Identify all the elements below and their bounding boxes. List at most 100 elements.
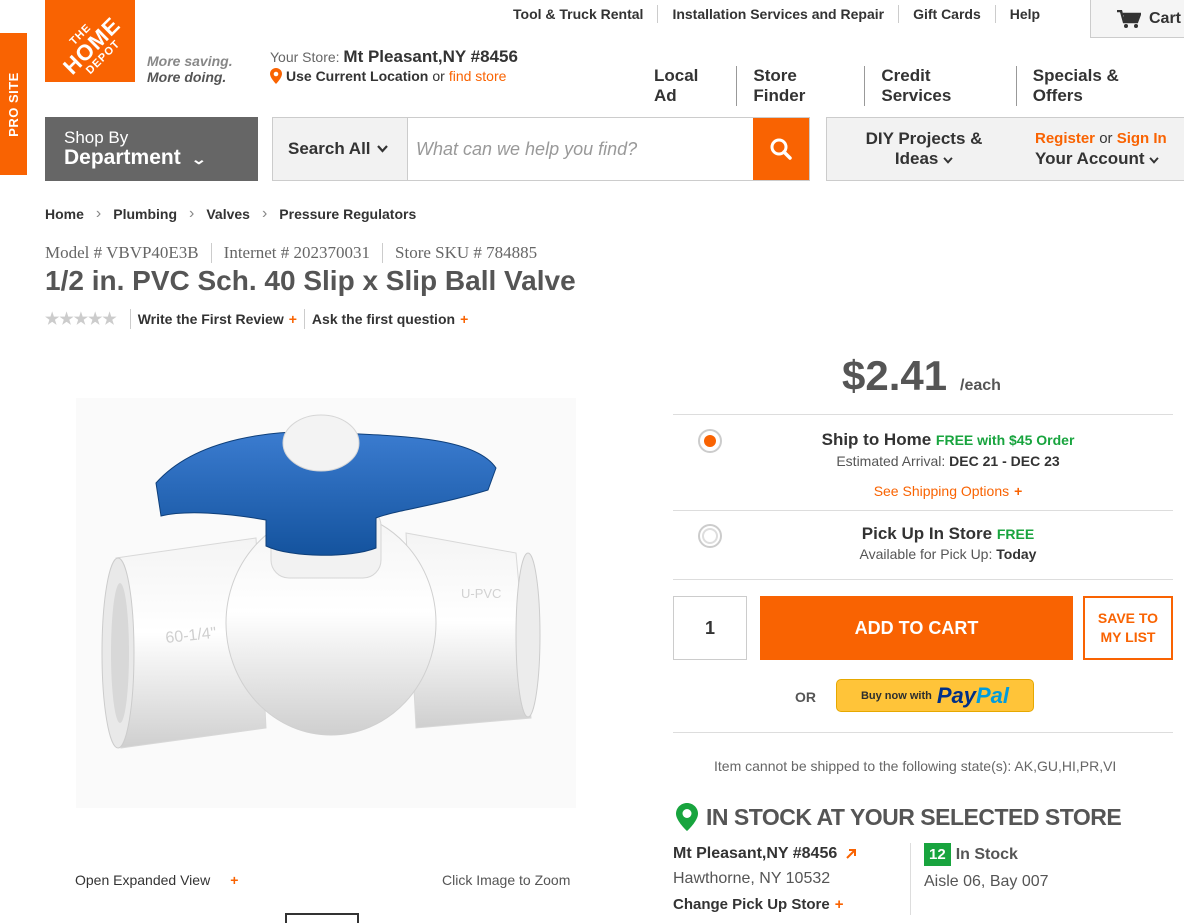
- pro-site-tab[interactable]: PRO SITE: [0, 33, 27, 175]
- find-store-link[interactable]: find store: [449, 68, 507, 84]
- ask-question-label: Ask the first question: [311, 311, 456, 327]
- or-label: OR: [795, 689, 816, 705]
- save-label-wrap: SAVE TO MY LIST: [1098, 609, 1158, 647]
- use-current-location-link[interactable]: Use Current Location: [286, 68, 428, 84]
- internet-number: Internet # 202370031: [223, 243, 371, 262]
- sign-in-link[interactable]: Sign In: [1117, 130, 1167, 147]
- divider: [210, 243, 212, 263]
- location-line: Use Current Location or find store: [270, 68, 506, 84]
- price-unit: /each: [960, 377, 1001, 394]
- arrival-label: Estimated Arrival:: [836, 453, 946, 469]
- diy-line2: Ideas: [894, 149, 939, 168]
- estimated-arrival: Estimated Arrival: DEC 21 - DEC 23: [723, 453, 1173, 469]
- paypal-logo: PayPal: [937, 683, 1009, 709]
- breadcrumb-pressure-regulators[interactable]: Pressure Regulators: [279, 206, 416, 222]
- nav-specials-offers[interactable]: Specials & Offers: [1015, 66, 1184, 106]
- divider: [910, 843, 911, 915]
- diy-line1: DIY Projects &: [865, 129, 983, 148]
- add-to-cart-button[interactable]: ADD TO CART: [760, 596, 1073, 660]
- your-store-name[interactable]: Mt Pleasant,NY #8456: [343, 47, 518, 66]
- location-pin-icon: [270, 68, 282, 84]
- stock-store-name[interactable]: Mt Pleasant,NY #8456: [673, 845, 857, 863]
- shop-by-department-button[interactable]: Shop By Department ⌄: [45, 117, 258, 181]
- pickup-availability: Available for Pick Up: Today: [723, 546, 1173, 562]
- util-help[interactable]: Help: [994, 5, 1054, 23]
- embossed-text: U-PVC: [461, 586, 501, 601]
- paypal-pal: Pal: [976, 682, 1010, 708]
- save-to-list-button[interactable]: SAVE TO MY LIST: [1083, 596, 1173, 660]
- save-line2: MY LIST: [1100, 629, 1156, 645]
- paypal-pay: Pay: [936, 682, 976, 708]
- tagline-line1: More saving.: [147, 53, 233, 69]
- main-nav: Local Ad Store Finder Credit Services Sp…: [654, 66, 1184, 106]
- chevron-down-icon: ⌄: [190, 151, 207, 167]
- search-icon: [770, 138, 792, 160]
- cart-icon: [1117, 9, 1141, 28]
- paypal-buy-label: Buy now with: [860, 689, 932, 702]
- your-store-prefix: Your Store:: [270, 49, 340, 65]
- in-stock-heading: IN STOCK AT YOUR SELECTED STORE: [676, 803, 1122, 831]
- expand-label: Open Expanded View: [75, 872, 211, 888]
- account-button[interactable]: Register or Sign In Your Account: [1021, 117, 1184, 181]
- breadcrumb-plumbing[interactable]: Plumbing: [113, 206, 177, 222]
- your-store: Your Store: Mt Pleasant,NY #8456: [270, 47, 518, 67]
- product-title: 1/2 in. PVC Sch. 40 Slip x Slip Ball Val…: [45, 265, 576, 296]
- change-pickup-store-link[interactable]: Change Pick Up Store +: [673, 896, 843, 913]
- store-sku: Store SKU # 784885: [395, 243, 538, 262]
- arrow-up-right-icon: [846, 849, 857, 859]
- shipping-restriction-note: Item cannot be shipped to the following …: [714, 758, 1117, 774]
- breadcrumb-valves[interactable]: Valves: [206, 206, 250, 222]
- divider: [673, 732, 1173, 733]
- tagline: More saving. More doing.: [147, 53, 233, 85]
- divider: [129, 309, 131, 329]
- nav-local-ad[interactable]: Local Ad: [654, 66, 736, 106]
- product-image[interactable]: 60-1/4" U-PVC: [76, 398, 576, 808]
- nav-credit-services[interactable]: Credit Services: [864, 66, 1015, 106]
- dept-line2-wrap: Department ⌄: [64, 146, 239, 171]
- util-tool-truck-rental[interactable]: Tool & Truck Rental: [504, 5, 657, 23]
- paypal-buy-now-button[interactable]: Buy now with PayPal: [836, 679, 1034, 712]
- cart-label: Cart: [1149, 9, 1182, 27]
- review-line: ★★★★★ Write the First Review + Ask the fi…: [45, 309, 468, 329]
- breadcrumb: Home › Plumbing › Valves › Pressure Regu…: [45, 205, 416, 223]
- util-gift-cards[interactable]: Gift Cards: [898, 5, 995, 23]
- quantity-input[interactable]: 1: [673, 596, 747, 660]
- divider: [303, 309, 305, 329]
- location-or: or: [432, 68, 445, 84]
- ship-to-home-title: Ship to Home: [821, 430, 932, 449]
- pickup-avail-value: Today: [996, 546, 1037, 562]
- star-rating[interactable]: ★★★★★: [45, 309, 117, 329]
- arrival-date: DEC 21 - DEC 23: [949, 453, 1060, 469]
- stock-count: 12 In Stock: [924, 843, 1018, 866]
- search-scope-label: Search All: [288, 139, 371, 158]
- utility-nav: Tool & Truck Rental Installation Service…: [504, 5, 1054, 23]
- thumbnail[interactable]: [285, 913, 359, 923]
- home-depot-logo[interactable]: THE HOME DEPOT: [45, 0, 135, 82]
- chevron-down-icon: [1149, 157, 1159, 164]
- breadcrumb-home[interactable]: Home: [45, 206, 84, 222]
- chevron-right-icon: ›: [95, 205, 102, 222]
- pick-up-title: Pick Up In Store: [861, 524, 993, 543]
- plus-icon: +: [1014, 483, 1023, 499]
- open-expanded-view[interactable]: Open Expanded View +: [75, 872, 238, 888]
- see-shipping-options-link[interactable]: See Shipping Options +: [723, 483, 1173, 499]
- util-installation-services[interactable]: Installation Services and Repair: [657, 5, 898, 23]
- divider: [673, 510, 1173, 511]
- search-scope-dropdown[interactable]: Search All: [273, 118, 408, 180]
- ask-question-link[interactable]: Ask the first question +: [312, 311, 468, 327]
- stock-count-badge: 12: [924, 843, 951, 866]
- account-or: or: [1099, 130, 1113, 147]
- register-link[interactable]: Register: [1035, 130, 1095, 147]
- pro-site-label: PRO SITE: [6, 71, 21, 137]
- divider: [382, 243, 384, 263]
- diy-projects-button[interactable]: DIY Projects & Ideas: [826, 117, 1022, 181]
- cart-button[interactable]: Cart: [1090, 0, 1184, 38]
- nav-store-finder[interactable]: Store Finder: [736, 66, 864, 106]
- search-input[interactable]: [408, 118, 753, 180]
- change-store-label: Change Pick Up Store: [673, 896, 830, 913]
- in-stock-heading-text: IN STOCK AT YOUR SELECTED STORE: [706, 803, 1122, 830]
- search-button[interactable]: [753, 118, 809, 180]
- chevron-down-icon: [376, 145, 388, 153]
- write-review-link[interactable]: Write the First Review +: [138, 311, 297, 327]
- search-bar: Search All: [272, 117, 810, 181]
